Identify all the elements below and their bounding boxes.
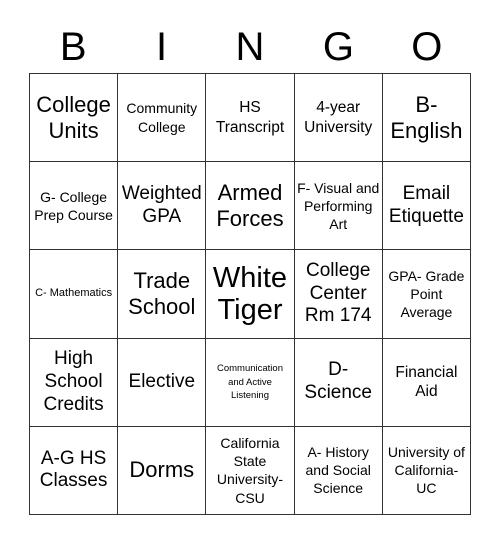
bingo-cell[interactable]: Dorms <box>118 426 207 515</box>
bingo-cell[interactable]: HS Transcript <box>206 74 295 163</box>
bingo-cell[interactable]: White Tiger <box>206 250 295 339</box>
bingo-cell[interactable]: California State University-CSU <box>206 426 295 515</box>
bingo-cell[interactable]: B- English <box>382 74 471 163</box>
header-letter-i: I <box>156 25 168 69</box>
bingo-cell[interactable]: University of California-UC <box>382 426 471 515</box>
bingo-cell[interactable]: Email Etiquette <box>382 162 471 251</box>
bingo-cell[interactable]: C- Mathematics <box>30 250 119 339</box>
header-letter-o: O <box>411 25 443 69</box>
bingo-grid: College Units Community College HS Trans… <box>29 73 471 515</box>
bingo-header: B I N G O <box>29 22 471 72</box>
bingo-cell[interactable]: College Units <box>30 74 119 163</box>
header-letter-b: B <box>59 25 87 69</box>
header-letter-n: N <box>235 25 265 69</box>
bingo-cell[interactable]: Communication and Active Listening <box>206 338 295 427</box>
bingo-cell[interactable]: F- Visual and Performing Art <box>294 162 383 251</box>
bingo-cell[interactable]: Elective <box>118 338 207 427</box>
bingo-cell[interactable]: GPA- Grade Point Average <box>382 250 471 339</box>
bingo-cell[interactable]: A-G HS Classes <box>30 426 119 515</box>
bingo-cell[interactable]: D- Science <box>294 338 383 427</box>
bingo-cell[interactable]: Armed Forces <box>206 162 295 251</box>
bingo-cell[interactable]: 4-year University <box>294 74 383 163</box>
bingo-cell[interactable]: Community College <box>118 74 207 163</box>
bingo-cell[interactable]: Financial Aid <box>382 338 471 427</box>
header-letter-g: G <box>322 25 354 69</box>
bingo-cell[interactable]: A- History and Social Science <box>294 426 383 515</box>
bingo-cell[interactable]: College Center Rm 174 <box>294 250 383 339</box>
bingo-cell[interactable]: Trade School <box>118 250 207 339</box>
bingo-cell[interactable]: High School Credits <box>30 338 119 427</box>
bingo-cell[interactable]: Weighted GPA <box>118 162 207 251</box>
bingo-cell[interactable]: G- College Prep Course <box>30 162 119 251</box>
